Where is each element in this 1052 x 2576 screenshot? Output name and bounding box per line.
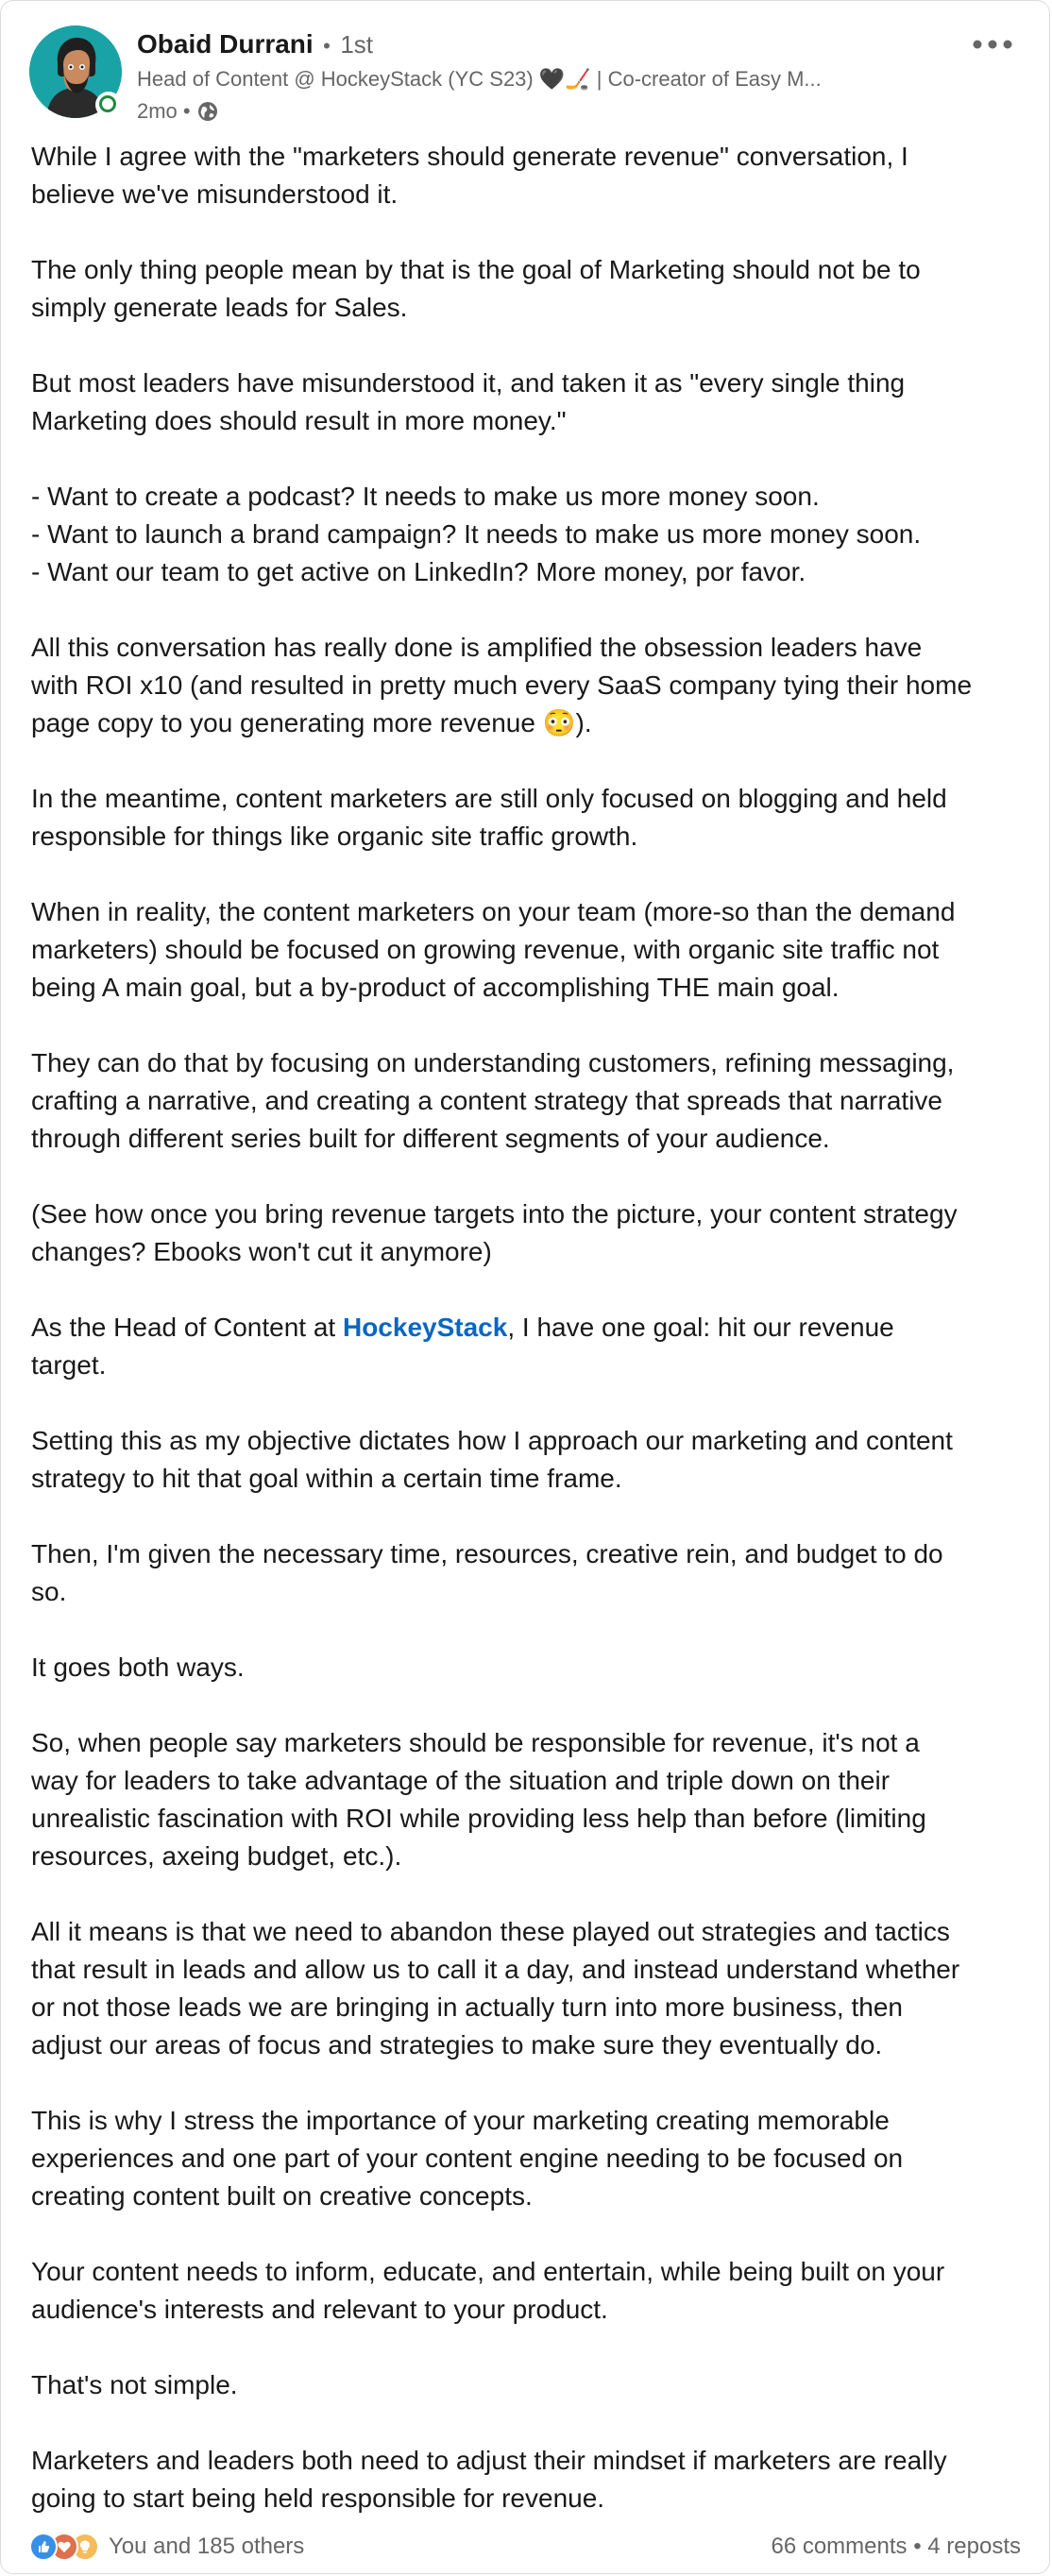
post-paragraph: Then, I'm given the necessary time, reso… <box>31 1539 943 1606</box>
separator-dot: • <box>323 34 331 58</box>
post-card: Obaid Durrani • 1st Head of Content @ Ho… <box>0 0 1050 2574</box>
post-paragraph: So, when people say marketers should be … <box>31 1728 926 1871</box>
post-paragraph: Marketers and leaders both need to adjus… <box>31 2446 947 2513</box>
post-time-line: 2mo • <box>137 95 949 127</box>
post-paragraph: - Want to create a podcast? It needs to … <box>31 482 922 586</box>
presence-indicator <box>95 92 122 118</box>
mention-prefix: As the Head of Content at <box>31 1313 343 1342</box>
post-paragraph: They can do that by focusing on understa… <box>31 1048 955 1153</box>
post-body: While I agree with the "marketers should… <box>31 138 1023 2517</box>
counts-separator: • <box>913 2534 922 2559</box>
post-time: 2mo • <box>137 99 191 123</box>
connection-degree: 1st <box>340 30 373 59</box>
like-icon <box>29 2533 58 2561</box>
post-paragraph: The only thing people mean by that is th… <box>31 255 921 322</box>
post-paragraph: While I agree with the "marketers should… <box>31 142 908 209</box>
post-paragraph: (See how once you bring revenue targets … <box>31 1199 958 1266</box>
comments-count-link[interactable]: 66 comments <box>771 2534 907 2559</box>
more-options-button[interactable] <box>964 25 1021 63</box>
reaction-count-text[interactable]: You and 185 others <box>109 2534 304 2560</box>
reposts-count-link[interactable]: 4 reposts <box>927 2534 1021 2559</box>
author-name-line: Obaid Durrani • 1st <box>137 25 949 63</box>
post-paragraph: But most leaders have misunderstood it, … <box>31 368 906 435</box>
company-mention-link[interactable]: HockeyStack <box>343 1313 507 1342</box>
post-paragraph: All this conversation has really done is… <box>31 633 973 737</box>
post-header: Obaid Durrani • 1st Head of Content @ Ho… <box>29 25 1021 129</box>
post-paragraph: When in reality, the content marketers o… <box>31 897 956 1002</box>
post-paragraph: That's not simple. <box>31 2370 238 2399</box>
post-paragraph: In the meantime, content marketers are s… <box>31 784 947 851</box>
post-paragraph: This is why I stress the importance of y… <box>31 2106 904 2211</box>
post-paragraph: It goes both ways. <box>31 1652 245 1682</box>
author-headline: Head of Content @ HockeyStack (YC S23) 🖤… <box>137 67 822 91</box>
author-name[interactable]: Obaid Durrani <box>137 29 314 59</box>
social-counts-bar: You and 185 others 66 comments • 4 repos… <box>29 2528 1021 2566</box>
globe-icon <box>196 100 219 123</box>
post-paragraph-with-mention: As the Head of Content at HockeyStack, I… <box>31 1309 1023 1384</box>
more-dots-icon <box>973 40 1012 49</box>
post-paragraph: Your content needs to inform, educate, a… <box>31 2257 945 2324</box>
engagement-counts: 66 comments • 4 reposts <box>771 2534 1021 2560</box>
reactions-summary[interactable]: You and 185 others <box>29 2533 304 2561</box>
post-paragraph: Setting this as my objective dictates ho… <box>31 1426 953 1493</box>
author-meta: Obaid Durrani • 1st Head of Content @ Ho… <box>137 25 949 127</box>
post-paragraph: All it means is that we need to abandon … <box>31 1917 960 2059</box>
